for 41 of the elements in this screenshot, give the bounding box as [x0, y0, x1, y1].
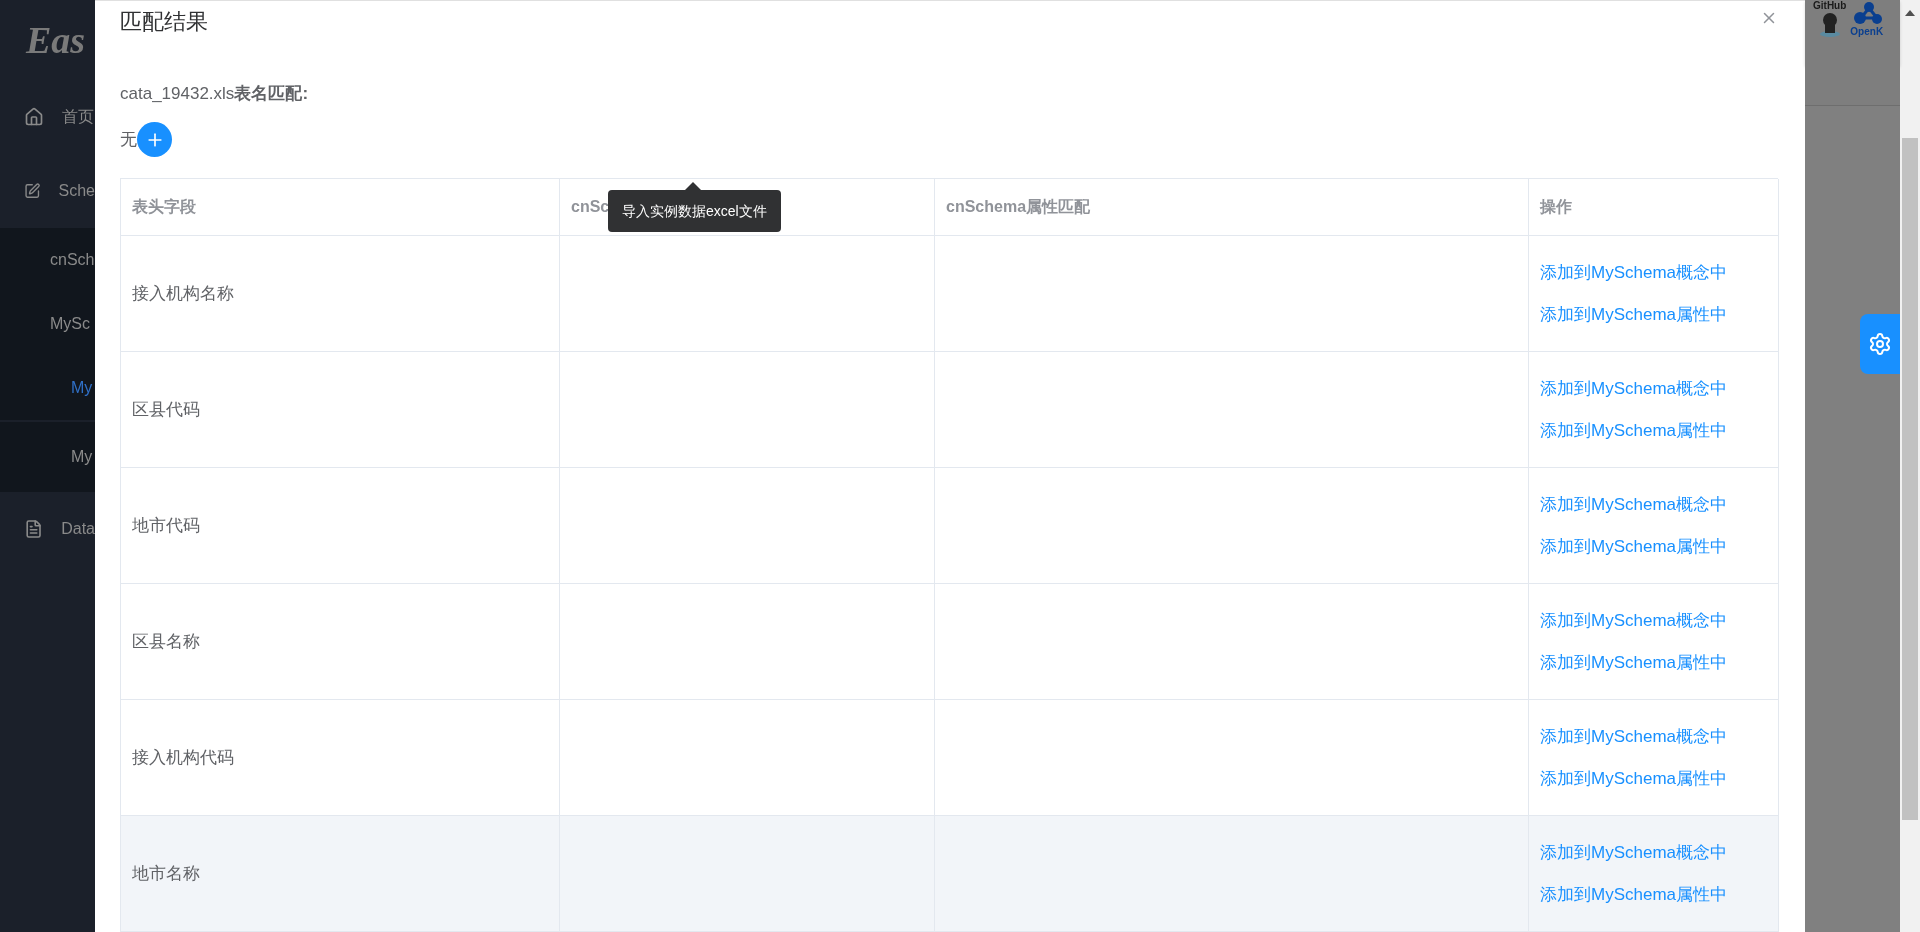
scrollbar-thumb[interactable]: [1902, 138, 1918, 820]
table-cell: 接入机构代码: [121, 700, 560, 816]
dialog-title: 匹配结果: [120, 8, 208, 36]
sidebar-item[interactable]: My: [0, 356, 95, 420]
sidebar-item[interactable]: MySc: [0, 292, 95, 356]
openk-link[interactable]: OpenK: [1850, 0, 1884, 37]
table-cell: 地市名称: [121, 816, 560, 932]
home-icon: [24, 107, 44, 127]
action-link[interactable]: 添加到MySchema属性中: [1540, 883, 1778, 906]
action-link[interactable]: 添加到MySchema概念中: [1540, 725, 1778, 748]
table-cell: 地市代码: [121, 468, 560, 584]
action-link[interactable]: 添加到MySchema属性中: [1540, 767, 1778, 790]
sidebar-item[interactable]: Data: [0, 492, 95, 566]
github-link[interactable]: GitHub: [1813, 0, 1847, 37]
action-link[interactable]: 添加到MySchema概念中: [1540, 841, 1778, 864]
document-icon: [24, 519, 44, 539]
sidebar-item[interactable]: My: [0, 422, 95, 492]
scroll-up-icon[interactable]: [1905, 10, 1915, 16]
settings-button[interactable]: [1860, 314, 1900, 374]
sidebar-item[interactable]: cnSch: [0, 228, 95, 292]
sidebar-item[interactable]: 首页: [0, 80, 95, 154]
action-link[interactable]: 添加到MySchema概念中: [1540, 377, 1778, 400]
tooltip: 导入实例数据excel文件: [608, 190, 781, 232]
action-link[interactable]: 添加到MySchema属性中: [1540, 651, 1778, 674]
action-link[interactable]: 添加到MySchema概念中: [1540, 609, 1778, 632]
sidebar-item[interactable]: Sche: [0, 154, 95, 228]
settings-icon: [1868, 332, 1892, 356]
table-cell: 区县代码: [121, 352, 560, 468]
edit-icon: [24, 181, 41, 201]
action-link[interactable]: 添加到MySchema属性中: [1540, 535, 1778, 558]
table-cell: 区县名称: [121, 584, 560, 700]
action-link[interactable]: 添加到MySchema属性中: [1540, 419, 1778, 442]
action-link[interactable]: 添加到MySchema属性中: [1540, 303, 1778, 326]
action-link[interactable]: 添加到MySchema概念中: [1540, 261, 1778, 284]
action-link[interactable]: 添加到MySchema概念中: [1540, 493, 1778, 516]
none-text: 无: [120, 129, 137, 151]
file-label: cata_19432.xls表名匹配:: [120, 82, 310, 105]
add-button[interactable]: [137, 122, 172, 157]
logo: Eas: [26, 18, 86, 62]
table-cell: 接入机构名称: [121, 236, 560, 352]
tooltip-arrow: [685, 182, 701, 190]
